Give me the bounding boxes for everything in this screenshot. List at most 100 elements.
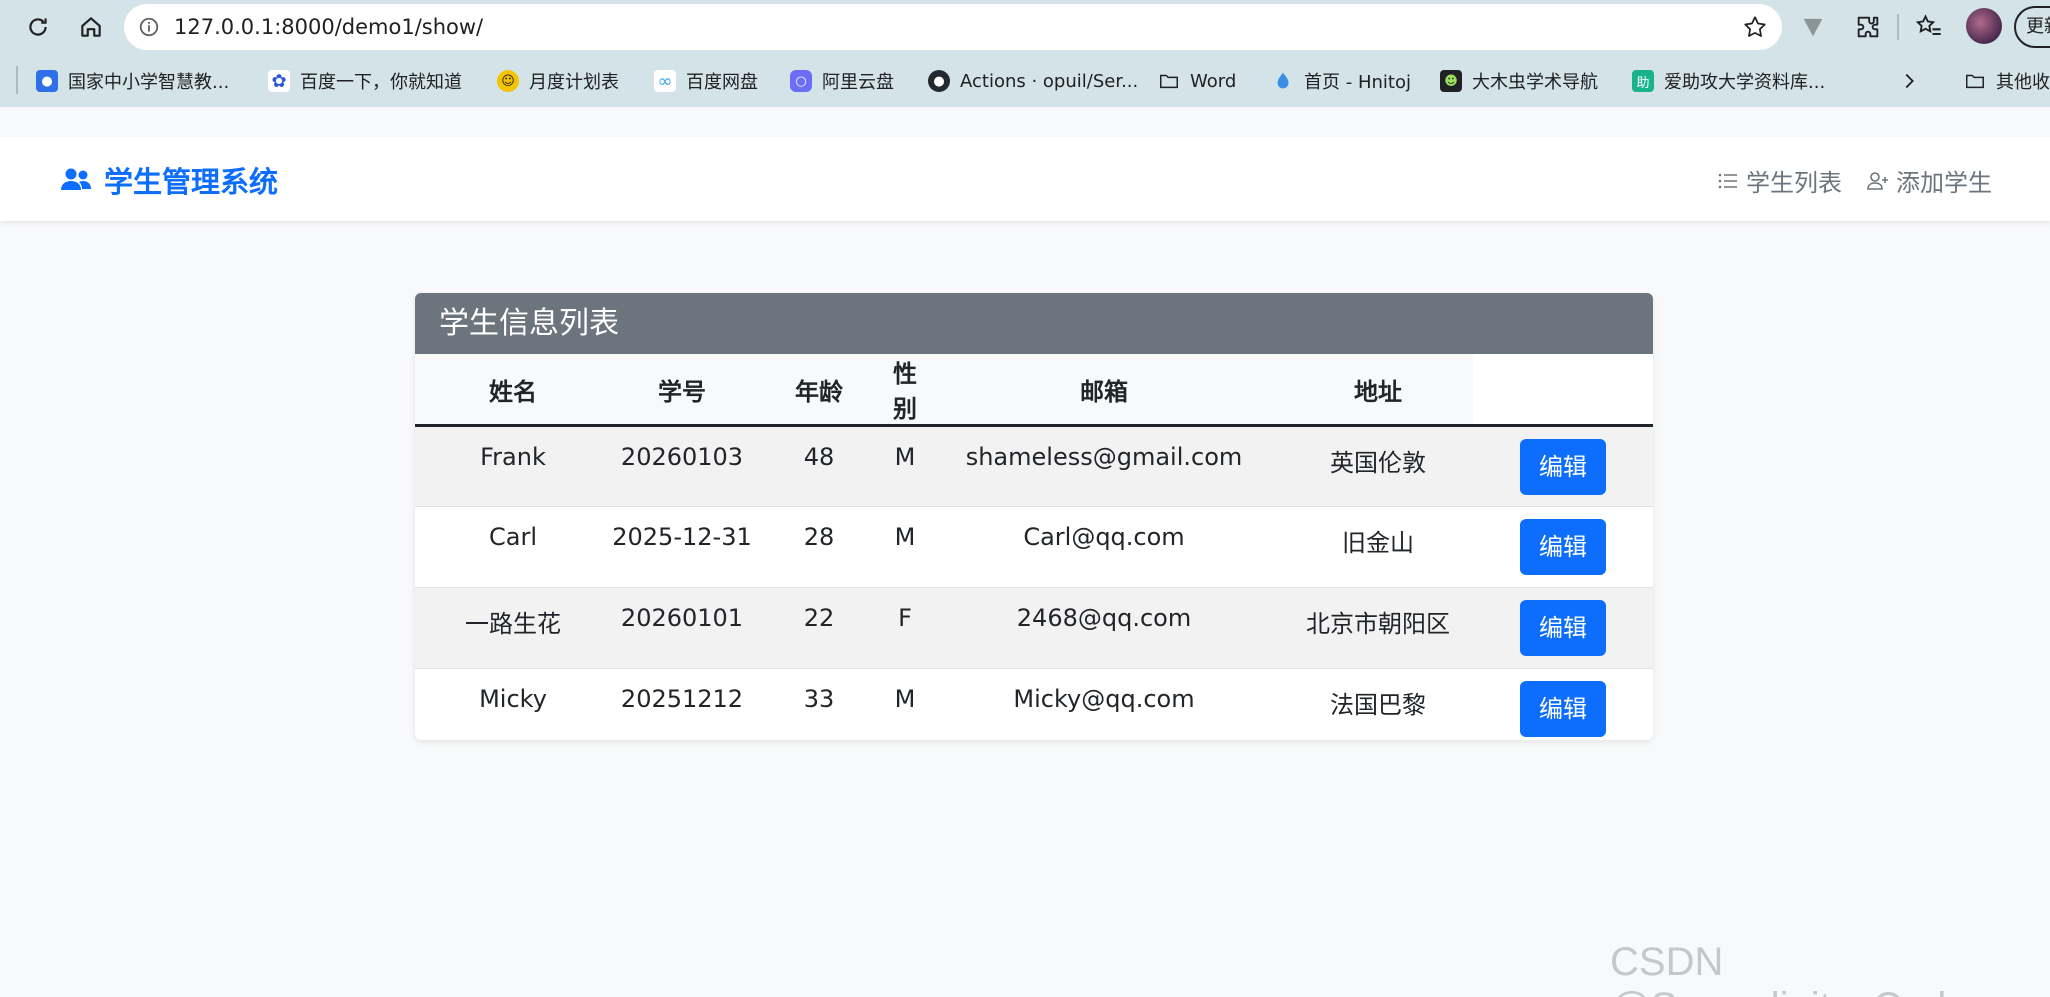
- cell-id: 20260103: [611, 425, 753, 507]
- address-bar[interactable]: 127.0.0.1:8000/demo1/show/: [124, 4, 1782, 50]
- column-header-email: 邮箱: [925, 354, 1283, 427]
- column-header-name: 姓名: [415, 354, 611, 427]
- home-icon: [81, 17, 101, 37]
- bookmarks-bar: ● 国家中小学智慧教... ✿ 百度一下，你就知道 ☺ 月度计划表 ∞ 百度网盘…: [0, 58, 2050, 102]
- edit-button[interactable]: 编辑: [1520, 681, 1606, 737]
- column-header-id: 学号: [611, 354, 753, 427]
- github-icon: ●: [928, 70, 950, 92]
- table-row: 一路生花 20260101 22 F 2468@qq.com 北京市朝阳区 编辑: [415, 587, 1653, 669]
- bookmark-baidu[interactable]: ✿ 百度一下，你就知道: [268, 66, 462, 96]
- cell-address: 旧金山: [1283, 506, 1473, 588]
- list-icon: [1718, 173, 1737, 188]
- info-icon[interactable]: [138, 16, 160, 38]
- bookmark-aliyun-drive[interactable]: ○ 阿里云盘: [790, 66, 894, 96]
- update-button[interactable]: 更新: [2014, 6, 2050, 48]
- cell-gender: M: [885, 506, 925, 588]
- cell-name: 一路生花: [415, 587, 611, 669]
- csdn-watermark: CSDN @Serendipity_Carl: [1610, 940, 1946, 997]
- cell-email: Micky@qq.com: [925, 668, 1283, 740]
- edit-button[interactable]: 编辑: [1520, 600, 1606, 656]
- column-header-action: [1473, 354, 1653, 427]
- smiley-icon: ☺: [497, 70, 519, 92]
- cell-email: 2468@qq.com: [925, 587, 1283, 669]
- table-row: Carl 2025-12-31 28 M Carl@qq.com 旧金山 编辑: [415, 506, 1653, 588]
- toolbar-divider: [1897, 14, 1899, 40]
- smart-edu-icon: ●: [36, 70, 58, 92]
- extension-v-button[interactable]: [1797, 11, 1829, 43]
- cell-gender: M: [885, 425, 925, 507]
- favorites-button[interactable]: [1913, 11, 1945, 43]
- cell-address: 北京市朝阳区: [1283, 587, 1473, 669]
- table-row: Frank 20260103 48 M shameless@gmail.com …: [415, 425, 1653, 507]
- cell-gender: F: [885, 587, 925, 669]
- bookmark-monthly-plan[interactable]: ☺ 月度计划表: [497, 66, 619, 96]
- nav-add-student[interactable]: 添加学生: [1866, 163, 1992, 198]
- cell-id: 2025-12-31: [611, 506, 753, 588]
- cell-id: 20251212: [611, 668, 753, 740]
- profile-avatar[interactable]: [1966, 8, 2002, 44]
- bug-icon: ☻: [1440, 70, 1462, 92]
- bookmark-aizhugong[interactable]: 助 爱助攻大学资料库...: [1632, 66, 1825, 96]
- app-navbar: 学生管理系统 学生列表 添加学生: [0, 137, 2050, 221]
- water-drop-icon: [1277, 72, 1289, 89]
- cell-action: 编辑: [1473, 587, 1653, 669]
- bookmark-smart-edu[interactable]: ● 国家中小学智慧教...: [36, 66, 229, 96]
- other-folder-icon: [1966, 74, 1984, 89]
- cell-age: 33: [753, 668, 885, 740]
- chevron-right-icon: [1905, 73, 1914, 89]
- cell-gender: M: [885, 668, 925, 740]
- cell-action: 编辑: [1473, 425, 1653, 507]
- bookmark-baidu-netdisk[interactable]: ∞ 百度网盘: [654, 66, 758, 96]
- reload-icon: [29, 18, 47, 36]
- favorites-star-icon: [1915, 14, 1941, 36]
- cell-email: shameless@gmail.com: [925, 425, 1283, 507]
- v-extension-icon: [1803, 18, 1823, 37]
- browser-chrome: 127.0.0.1:8000/demo1/show/ 更新 ● 国家中小学智慧教…: [0, 0, 2050, 107]
- bookmark-hnitoj[interactable]: 首页 - Hnitoj: [1272, 66, 1411, 96]
- table-header-row: 姓名 学号 年龄 性别 邮箱 地址: [415, 354, 1653, 427]
- edit-button[interactable]: 编辑: [1520, 439, 1606, 495]
- cell-address: 法国巴黎: [1283, 668, 1473, 740]
- cell-age: 28: [753, 506, 885, 588]
- baidu-netdisk-icon: ∞: [654, 70, 676, 92]
- brand-link[interactable]: 学生管理系统: [60, 159, 278, 201]
- cell-action: 编辑: [1473, 668, 1653, 740]
- table-row: Micky 20251212 33 M Micky@qq.com 法国巴黎 编辑: [415, 668, 1653, 740]
- column-header-age: 年龄: [753, 354, 885, 427]
- cell-name: Micky: [415, 668, 611, 740]
- users-icon: [61, 168, 91, 190]
- bookmark-other-folder[interactable]: 其他收藏夹: [1964, 66, 2050, 96]
- user-plus-icon: [1867, 171, 1888, 190]
- cell-id: 20260101: [611, 587, 753, 669]
- folder-icon: [1160, 74, 1178, 89]
- bookmark-damuchong[interactable]: ☻ 大木虫学术导航: [1440, 66, 1598, 96]
- cell-action: 编辑: [1473, 506, 1653, 588]
- student-list-card: 学生信息列表 姓名 学号 年龄 性别 邮箱 地址 Frank 20260103 …: [415, 293, 1653, 740]
- bookmarks-overflow-button[interactable]: [1898, 66, 1920, 96]
- cell-address: 英国伦敦: [1283, 425, 1473, 507]
- cell-age: 48: [753, 425, 885, 507]
- column-header-address: 地址: [1283, 354, 1473, 427]
- url-text[interactable]: 127.0.0.1:8000/demo1/show/: [174, 15, 483, 39]
- cell-name: Frank: [415, 425, 611, 507]
- column-header-gender: 性别: [885, 354, 925, 427]
- brand-title: 学生管理系统: [104, 165, 279, 199]
- edit-button[interactable]: 编辑: [1520, 519, 1606, 575]
- extensions-button[interactable]: [1852, 11, 1884, 43]
- aliyun-drive-icon: ○: [790, 70, 812, 92]
- help-icon: 助: [1632, 70, 1654, 92]
- reload-button[interactable]: [18, 8, 58, 46]
- address-row: 127.0.0.1:8000/demo1/show/ 更新: [0, 0, 2050, 54]
- nav-student-list[interactable]: 学生列表: [1716, 163, 1842, 198]
- puzzle-icon: [1857, 16, 1879, 38]
- student-table: 姓名 学号 年龄 性别 邮箱 地址 Frank 20260103 48 M sh…: [415, 354, 1653, 740]
- cell-name: Carl: [415, 506, 611, 588]
- cell-age: 22: [753, 587, 885, 669]
- bookmark-github-actions[interactable]: ● Actions · opuil/Ser...: [928, 66, 1138, 96]
- home-button[interactable]: [71, 8, 111, 46]
- baidu-icon: ✿: [268, 70, 290, 92]
- star-icon[interactable]: [1742, 14, 1768, 40]
- cell-email: Carl@qq.com: [925, 506, 1283, 588]
- bookmark-word-folder[interactable]: Word: [1158, 66, 1236, 96]
- card-title: 学生信息列表: [415, 293, 1653, 354]
